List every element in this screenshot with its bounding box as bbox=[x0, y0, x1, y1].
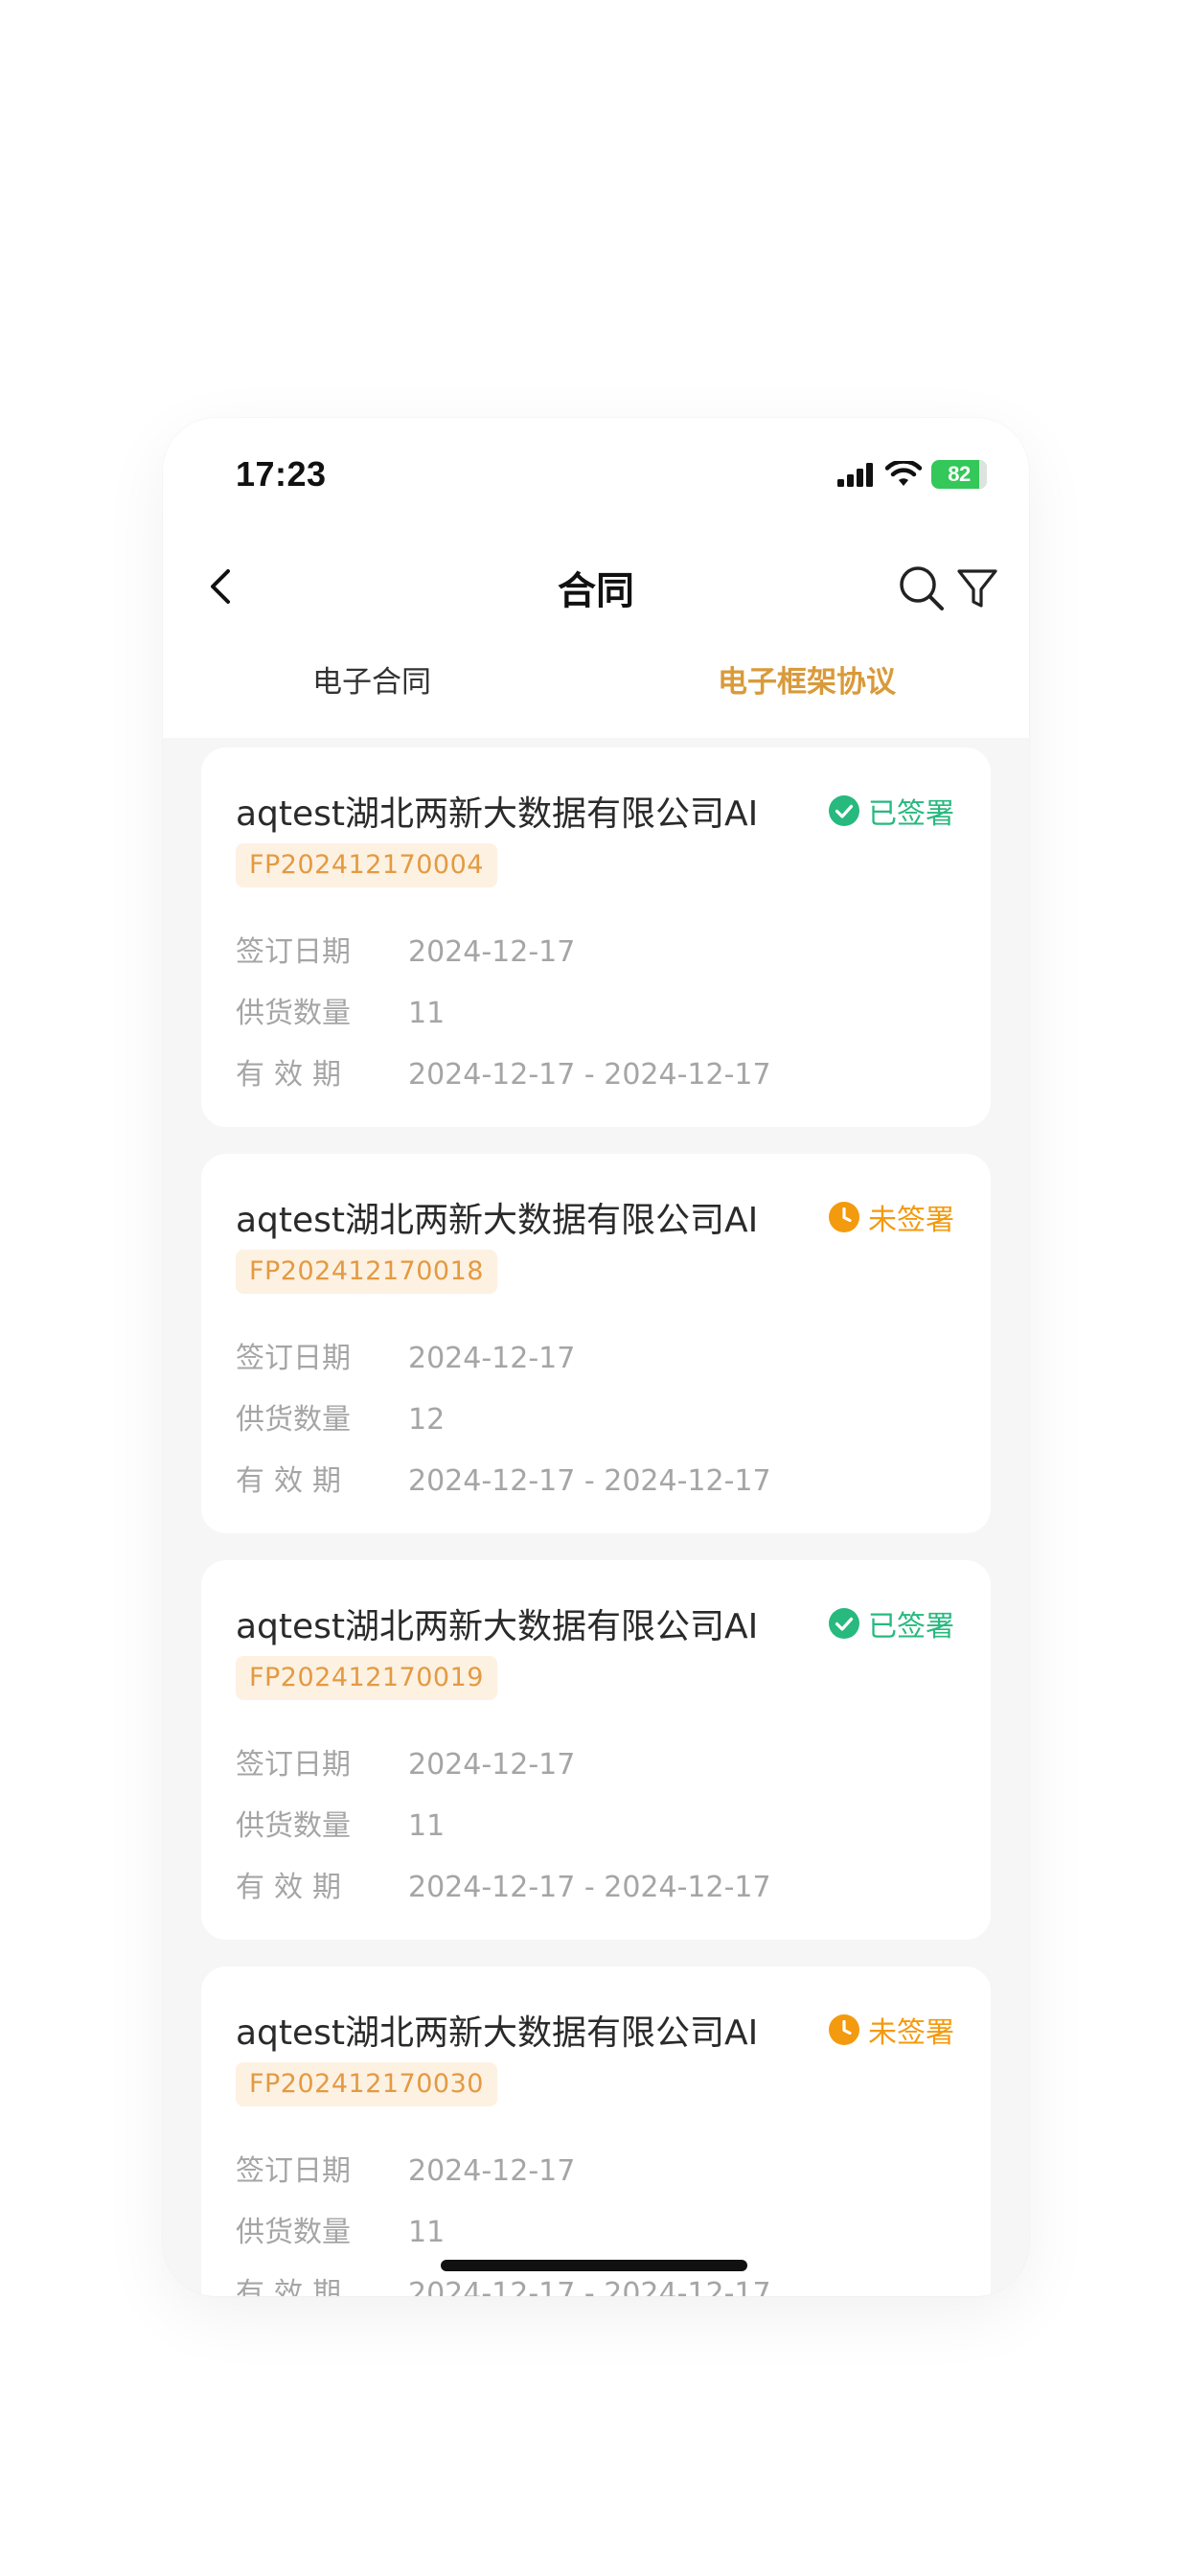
validity-row: 有效期 2024-12-17 - 2024-12-17 bbox=[236, 2269, 771, 2296]
sign-date-row: 签订日期 2024-12-17 bbox=[236, 928, 575, 970]
wifi-icon bbox=[885, 461, 922, 486]
validity-value: 2024-12-17 - 2024-12-17 bbox=[408, 1871, 771, 1904]
supply-qty-row: 供货数量 11 bbox=[236, 989, 445, 1031]
supply-qty-label: 供货数量 bbox=[236, 997, 351, 1030]
supply-qty-value: 11 bbox=[408, 2216, 446, 2249]
battery-level: 82 bbox=[948, 462, 971, 486]
contract-code: FP202412170018 bbox=[236, 1250, 497, 1294]
status-time: 17:23 bbox=[236, 454, 327, 494]
contract-code: FP202412170019 bbox=[236, 1656, 497, 1700]
contract-code: FP202412170004 bbox=[236, 843, 497, 887]
validity-label: 有效期 bbox=[236, 1464, 351, 1498]
phone-screen: 17:23 82 合同 电子合同 电子框架协议 aqtest湖北两新大数据有限公… bbox=[163, 418, 1029, 2296]
validity-label: 有效期 bbox=[236, 1058, 351, 1092]
tab-electronic-contract[interactable]: 电子合同 bbox=[163, 657, 596, 701]
contract-card[interactable]: aqtest湖北两新大数据有限公司AI 未签署 FP202412170018 签… bbox=[201, 1154, 991, 1533]
status-badge: 已签署 bbox=[828, 790, 954, 832]
sign-date-label: 签订日期 bbox=[236, 2154, 351, 2188]
supply-qty-value: 11 bbox=[408, 997, 446, 1030]
status-badge: 未签署 bbox=[828, 2009, 954, 2051]
clock-icon bbox=[829, 1202, 859, 1232]
cellular-signal-icon bbox=[837, 463, 873, 487]
status-text: 已签署 bbox=[868, 797, 954, 831]
sign-date-label: 签订日期 bbox=[236, 1342, 351, 1375]
status-badge: 未签署 bbox=[828, 1196, 954, 1238]
supply-qty-value: 11 bbox=[408, 1809, 446, 1843]
supply-qty-row: 供货数量 12 bbox=[236, 1395, 445, 1438]
supply-qty-label: 供货数量 bbox=[236, 1403, 351, 1437]
contract-card[interactable]: aqtest湖北两新大数据有限公司AI 未签署 FP202412170030 签… bbox=[201, 1966, 991, 2296]
nav-bar: 合同 bbox=[163, 535, 1029, 640]
sign-date-value: 2024-12-17 bbox=[408, 1748, 576, 1782]
filter-icon[interactable] bbox=[954, 565, 1000, 611]
search-icon[interactable] bbox=[897, 564, 947, 613]
battery-icon: 82 bbox=[931, 460, 987, 489]
company-name: aqtest湖北两新大数据有限公司AI bbox=[236, 2013, 759, 2053]
supply-qty-label: 供货数量 bbox=[236, 1809, 351, 1843]
supply-qty-row: 供货数量 11 bbox=[236, 2208, 445, 2250]
check-circle-icon bbox=[829, 1608, 859, 1639]
check-circle-icon bbox=[829, 795, 859, 826]
battery-remaining-area bbox=[979, 460, 987, 489]
sign-date-label: 签订日期 bbox=[236, 1748, 351, 1782]
status-icons: 82 bbox=[837, 460, 987, 489]
supply-qty-value: 12 bbox=[408, 1403, 446, 1437]
validity-row: 有效期 2024-12-17 - 2024-12-17 bbox=[236, 1863, 771, 1905]
contract-list: aqtest湖北两新大数据有限公司AI 已签署 FP202412170004 签… bbox=[201, 748, 991, 2296]
sign-date-value: 2024-12-17 bbox=[408, 2154, 576, 2188]
validity-row: 有效期 2024-12-17 - 2024-12-17 bbox=[236, 1050, 771, 1092]
company-name: aqtest湖北两新大数据有限公司AI bbox=[236, 794, 759, 834]
supply-qty-row: 供货数量 11 bbox=[236, 1802, 445, 1844]
tab-bar: 电子合同 电子框架协议 bbox=[163, 640, 1029, 738]
validity-value: 2024-12-17 - 2024-12-17 bbox=[408, 1058, 771, 1092]
clock-icon bbox=[829, 2014, 859, 2045]
validity-value: 2024-12-17 - 2024-12-17 bbox=[408, 1464, 771, 1498]
validity-value: 2024-12-17 - 2024-12-17 bbox=[408, 2277, 771, 2296]
sign-date-value: 2024-12-17 bbox=[408, 1342, 576, 1375]
validity-label: 有效期 bbox=[236, 2277, 351, 2296]
contract-card[interactable]: aqtest湖北两新大数据有限公司AI 已签署 FP202412170004 签… bbox=[201, 748, 991, 1127]
tab-label: 电子框架协议 bbox=[718, 665, 896, 700]
validity-row: 有效期 2024-12-17 - 2024-12-17 bbox=[236, 1457, 771, 1499]
sign-date-row: 签订日期 2024-12-17 bbox=[236, 1334, 575, 1376]
home-indicator[interactable] bbox=[441, 2260, 747, 2271]
status-text: 未签署 bbox=[868, 2016, 954, 2050]
status-bar: 17:23 82 bbox=[163, 418, 1029, 535]
sign-date-label: 签订日期 bbox=[236, 935, 351, 969]
contract-card[interactable]: aqtest湖北两新大数据有限公司AI 已签署 FP202412170019 签… bbox=[201, 1560, 991, 1940]
sign-date-row: 签订日期 2024-12-17 bbox=[236, 1740, 575, 1782]
company-name: aqtest湖北两新大数据有限公司AI bbox=[236, 1607, 759, 1646]
sign-date-row: 签订日期 2024-12-17 bbox=[236, 2147, 575, 2189]
sign-date-value: 2024-12-17 bbox=[408, 935, 576, 969]
status-text: 已签署 bbox=[868, 1610, 954, 1644]
company-name: aqtest湖北两新大数据有限公司AI bbox=[236, 1201, 759, 1240]
tab-label: 电子合同 bbox=[312, 665, 431, 700]
contract-code: FP202412170030 bbox=[236, 2062, 497, 2106]
validity-label: 有效期 bbox=[236, 1871, 351, 1904]
status-text: 未签署 bbox=[868, 1204, 954, 1237]
supply-qty-label: 供货数量 bbox=[236, 2216, 351, 2249]
tab-electronic-framework-agreement[interactable]: 电子框架协议 bbox=[596, 657, 1029, 701]
status-badge: 已签署 bbox=[828, 1602, 954, 1644]
